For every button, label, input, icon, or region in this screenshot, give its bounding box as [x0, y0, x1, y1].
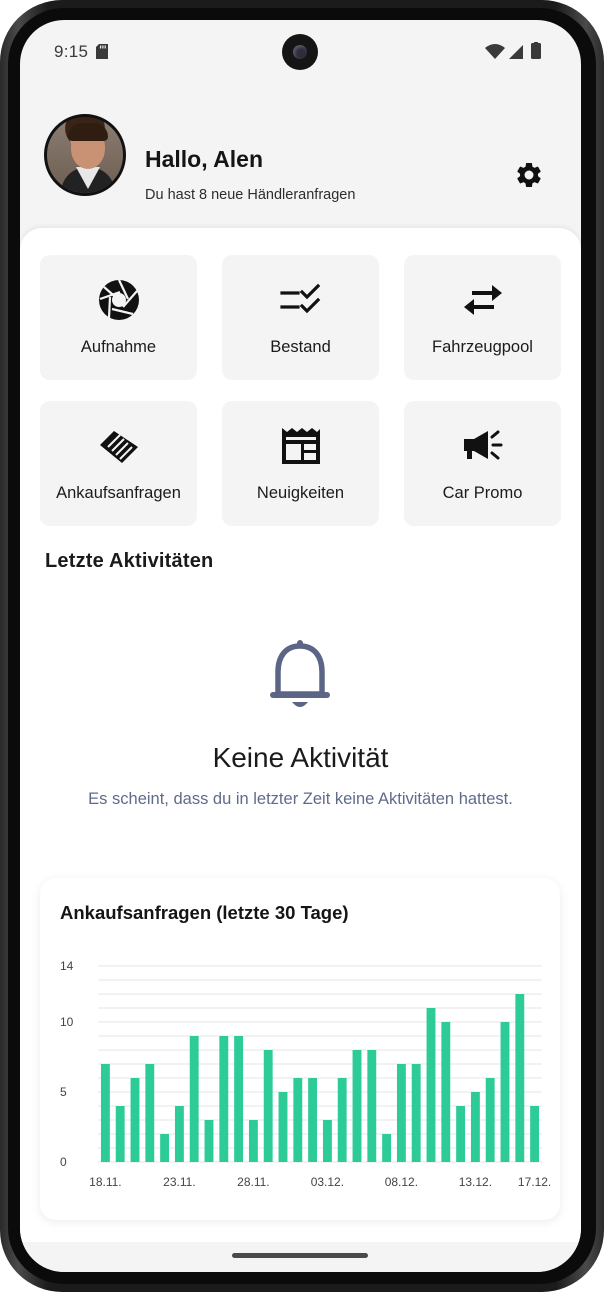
bar[interactable] — [248, 1120, 258, 1162]
checklist-icon — [280, 283, 321, 314]
tile-label: Car Promo — [442, 484, 523, 502]
app-screen: 9:15 Hallo, Alen Du hast 8 neue Händlera… — [20, 20, 581, 1272]
status-time: 9:15 — [54, 42, 89, 61]
tile-fahrzeugpool[interactable]: Fahrzeugpool — [404, 255, 561, 380]
greeting-title: Hallo, Alen — [145, 146, 263, 172]
bar[interactable] — [219, 1036, 229, 1162]
bar[interactable] — [456, 1106, 466, 1162]
chart-title: Ankaufsanfragen (letzte 30 Tage) — [60, 902, 349, 923]
x-tick-label: 08.12. — [385, 1175, 418, 1189]
tile-bestand[interactable]: Bestand — [222, 255, 379, 380]
bar[interactable] — [234, 1036, 244, 1162]
main-content: Aufnahme Bestand Fahrzeugpool Ankaufsanf… — [20, 228, 581, 1242]
empty-state-subtitle: Es scheint, dass du in letzter Zeit kein… — [88, 790, 513, 808]
tile-ankaufsanfragen[interactable]: Ankaufsanfragen — [40, 401, 197, 526]
header: Hallo, Alen Du hast 8 neue Händleranfrag… — [20, 84, 581, 244]
bar[interactable] — [278, 1092, 288, 1162]
x-tick-label: 13.12. — [459, 1175, 492, 1189]
bar[interactable] — [500, 1022, 510, 1162]
bar[interactable] — [322, 1120, 332, 1162]
tile-label: Ankaufsanfragen — [56, 484, 181, 502]
bar[interactable] — [160, 1134, 170, 1162]
bar[interactable] — [515, 994, 525, 1162]
bar[interactable] — [367, 1050, 377, 1162]
status-bar: 9:15 — [20, 20, 581, 84]
bar[interactable] — [100, 1064, 110, 1162]
status-icons — [485, 42, 541, 59]
bar[interactable] — [145, 1064, 155, 1162]
handshake-icon — [100, 431, 138, 463]
wifi-icon — [485, 44, 505, 59]
y-tick-label: 14 — [60, 959, 74, 973]
avatar[interactable] — [44, 114, 126, 196]
signal-icon — [509, 45, 523, 59]
bar[interactable] — [530, 1106, 540, 1162]
gear-icon[interactable] — [514, 160, 544, 190]
bar[interactable] — [308, 1078, 318, 1162]
bar[interactable] — [204, 1120, 214, 1162]
sd-card-icon — [96, 44, 108, 59]
greeting-subtitle: Du hast 8 neue Händleranfragen — [145, 187, 356, 203]
x-tick-label: 17.12. — [518, 1175, 551, 1189]
activities-title: Letzte Aktivitäten — [45, 550, 214, 572]
bar-chart: 0 5 10 14 18.11. 23.11. 28.11. 03.12. 08.12. 13.1… — [60, 959, 551, 1189]
bar[interactable] — [470, 1092, 480, 1162]
x-tick-label: 03.12. — [311, 1175, 344, 1189]
bar[interactable] — [382, 1134, 392, 1162]
tile-label: Neuigkeiten — [256, 484, 345, 502]
tile-label: Bestand — [270, 338, 331, 356]
gesture-nav-bar — [20, 1242, 581, 1272]
bar[interactable] — [352, 1050, 362, 1162]
bar[interactable] — [441, 1022, 451, 1162]
swap-arrows-icon — [464, 285, 502, 315]
bar[interactable] — [485, 1078, 495, 1162]
bar[interactable] — [263, 1050, 273, 1162]
x-tick-label: 28.11. — [237, 1175, 269, 1189]
camera-aperture-icon — [99, 279, 139, 320]
tile-aufnahme[interactable]: Aufnahme — [40, 255, 197, 380]
chart-card: Ankaufsanfragen (letzte 30 Tage) 0 5 10 14 1… — [40, 878, 560, 1220]
bell-icon — [270, 640, 330, 707]
x-tick-label: 23.11. — [163, 1175, 195, 1189]
tile-neuigkeiten[interactable]: Neuigkeiten — [222, 401, 379, 526]
bar[interactable] — [337, 1078, 347, 1162]
newspaper-icon — [282, 428, 320, 464]
battery-icon — [531, 42, 541, 59]
megaphone-icon — [464, 430, 503, 460]
bar[interactable] — [426, 1008, 436, 1162]
bar[interactable] — [293, 1078, 303, 1162]
y-tick-label: 5 — [60, 1085, 67, 1099]
y-tick-label: 10 — [60, 1015, 74, 1029]
tile-label: Aufnahme — [80, 338, 157, 356]
front-camera — [282, 34, 318, 70]
bar[interactable] — [115, 1106, 125, 1162]
tile-label: Fahrzeugpool — [432, 338, 533, 356]
avatar-hair — [68, 123, 108, 141]
tile-car-promo[interactable]: Car Promo — [404, 401, 561, 526]
bar[interactable] — [174, 1106, 184, 1162]
y-tick-label: 0 — [60, 1155, 67, 1169]
bar[interactable] — [411, 1064, 421, 1162]
empty-state-title: Keine Aktivität — [212, 742, 389, 773]
home-handle[interactable] — [232, 1253, 368, 1258]
x-tick-label: 18.11. — [89, 1175, 121, 1189]
bar[interactable] — [396, 1064, 406, 1162]
bar[interactable] — [189, 1036, 199, 1162]
bar[interactable] — [130, 1078, 140, 1162]
